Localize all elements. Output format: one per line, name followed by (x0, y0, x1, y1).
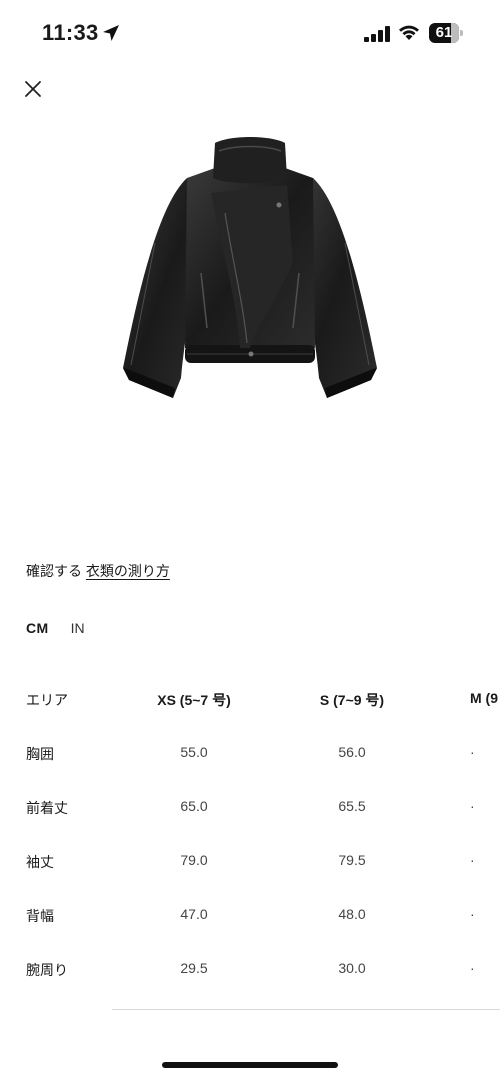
table-scrollbar-track (112, 1009, 500, 1010)
cell-xs: 47.0 (180, 906, 208, 922)
how-to-measure-link[interactable]: 衣類の測り方 (86, 563, 170, 579)
header-size-xs: XS (5~7 号) (157, 692, 231, 708)
battery-icon: 61 (429, 23, 463, 43)
header-area: エリア (26, 692, 68, 708)
unit-cm-button[interactable]: CM (26, 620, 49, 636)
cell-s: 30.0 (338, 960, 366, 976)
cell-s: 79.5 (338, 852, 366, 868)
table-row: 袖丈 79.0 79.5 · (0, 834, 500, 888)
wifi-icon (399, 25, 419, 40)
cell-m: · (470, 744, 475, 760)
status-bar: 11:33 61 (0, 0, 500, 66)
cell-s: 65.5 (338, 798, 366, 814)
table-row: 胸囲 55.0 56.0 · (0, 726, 500, 780)
cell-m: · (470, 906, 475, 922)
cell-xs: 79.0 (180, 852, 208, 868)
measure-prefix: 確認する (26, 563, 82, 579)
table-row: 背幅 47.0 48.0 · (0, 888, 500, 942)
home-indicator[interactable] (162, 1062, 338, 1068)
size-table: エリア XS (5~7 号) S (7~9 号) M (9 胸囲 55.0 56… (0, 672, 500, 996)
table-header-row: エリア XS (5~7 号) S (7~9 号) M (9 (0, 672, 500, 726)
header-size-s: S (7~9 号) (319, 692, 385, 708)
status-time: 11:33 (42, 20, 99, 45)
cell-m: · (470, 798, 475, 814)
location-arrow-icon (103, 25, 119, 41)
product-image (123, 137, 377, 398)
table-row: 腕周り 29.5 30.0 · (0, 942, 500, 996)
cellular-signal-icon (364, 26, 390, 42)
table-row: 前着丈 65.0 65.5 · (0, 780, 500, 834)
cell-m: · (470, 852, 475, 868)
cell-s: 48.0 (338, 906, 366, 922)
close-icon[interactable] (20, 76, 46, 102)
row-label: 前着丈 (26, 800, 68, 816)
header-size-m: M (9 (470, 690, 498, 706)
cell-m: · (470, 960, 475, 976)
battery-percent: 61 (435, 24, 453, 41)
row-label: 腕周り (26, 962, 68, 978)
cell-xs: 55.0 (180, 744, 208, 760)
row-label: 背幅 (26, 908, 54, 924)
unit-toggle: CM IN (26, 620, 85, 636)
row-label: 胸囲 (26, 746, 54, 762)
cell-xs: 65.0 (180, 798, 208, 814)
row-label: 袖丈 (26, 854, 54, 870)
cell-xs: 29.5 (180, 960, 208, 976)
unit-in-button[interactable]: IN (71, 620, 85, 636)
measurement-guide: 確認する 衣類の測り方 (26, 561, 170, 581)
cell-s: 56.0 (338, 744, 366, 760)
